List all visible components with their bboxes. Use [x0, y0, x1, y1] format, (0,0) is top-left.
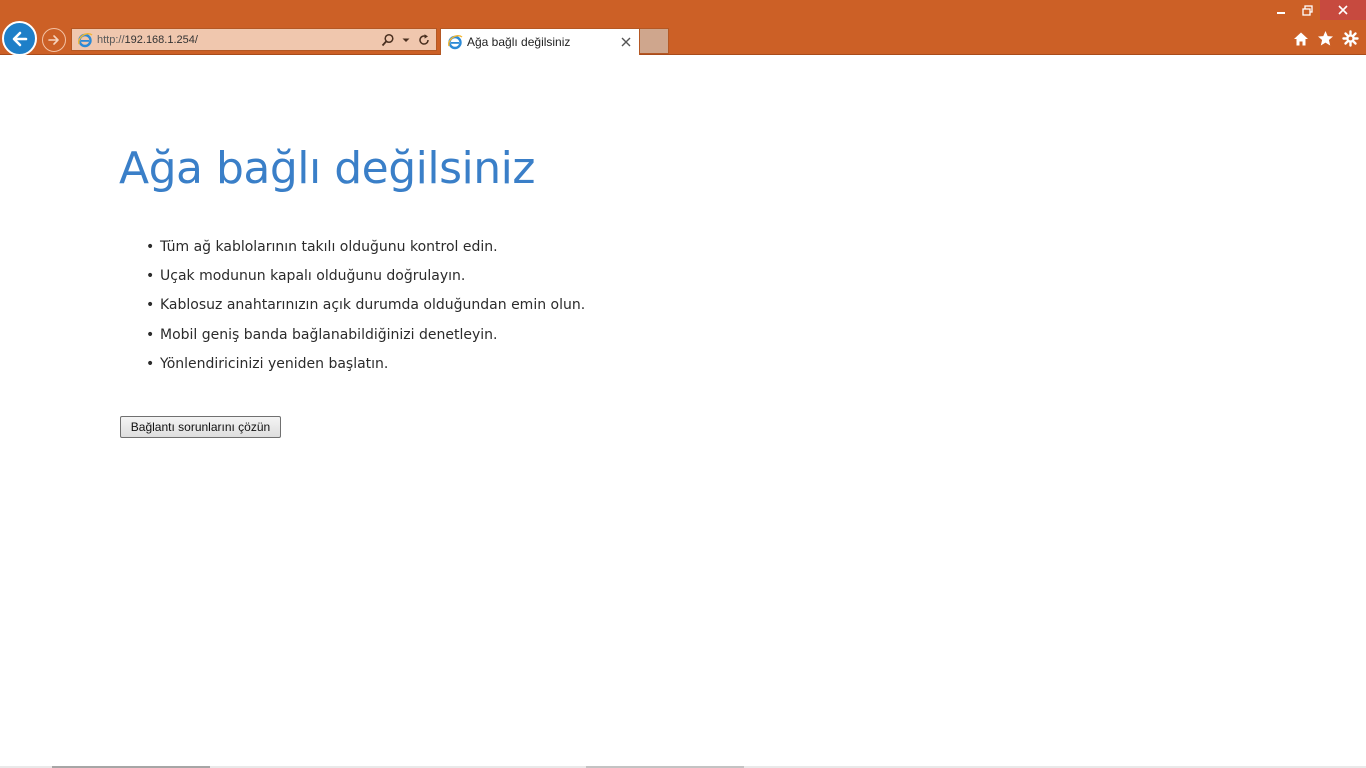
list-item: • Yönlendiricinizi yeniden başlatın.	[146, 355, 389, 372]
fix-connection-button[interactable]: Bağlantı sorunlarını çözün	[120, 416, 281, 438]
ie-logo-icon	[447, 34, 463, 50]
new-tab-button[interactable]	[640, 28, 669, 54]
list-item: • Tüm ağ kablolarının takılı olduğunu kon…	[146, 239, 498, 255]
ie-logo-icon	[77, 32, 93, 48]
tip-text: Yönlendiricinizi yeniden başlatın.	[160, 355, 389, 372]
tip-text: Uçak modunun kapalı olduğunu doğrulayın.	[160, 268, 466, 285]
tip-text: Tüm ağ kablolarının takılı olduğunu kont…	[160, 239, 498, 255]
browser-toolbar	[1291, 29, 1360, 48]
address-bar[interactable]: http://192.168.1.254/	[71, 28, 437, 51]
list-item: • Uçak modunun kapalı olduğunu doğrulayın…	[146, 268, 466, 285]
list-item: • Kablosuz anahtarınızın açık durumda old…	[146, 297, 586, 314]
close-icon[interactable]	[618, 34, 634, 50]
url-scheme: http://	[97, 33, 125, 46]
tip-text: Kablosuz anahtarınızın açık durumda oldu…	[160, 297, 586, 314]
list-item: • Mobil geniş banda bağlanabildiğinizi de…	[146, 326, 498, 343]
browser-frame: http://192.168.1.254/ Ağa bağlı değilsin…	[0, 0, 1366, 56]
minimize-icon[interactable]	[1268, 0, 1294, 20]
back-arrow-icon	[12, 31, 27, 46]
forward-arrow-icon	[48, 35, 59, 45]
refresh-icon[interactable]	[416, 32, 432, 48]
tab-active[interactable]: Ağa bağlı değilsiniz	[440, 28, 640, 55]
star-icon[interactable]	[1316, 29, 1335, 48]
tab-title: Ağa bağlı değilsiniz	[467, 35, 571, 49]
forward-button[interactable]	[42, 28, 66, 52]
search-icon[interactable]	[380, 32, 396, 48]
tip-text: Mobil geniş banda bağlanabildiğinizi den…	[160, 326, 498, 343]
window-controls	[1268, 0, 1366, 20]
home-icon[interactable]	[1291, 29, 1310, 48]
gear-icon[interactable]	[1341, 29, 1360, 48]
restore-icon[interactable]	[1294, 0, 1320, 20]
back-button[interactable]	[2, 21, 37, 56]
close-icon	[1338, 5, 1348, 15]
close-window-button[interactable]	[1320, 0, 1366, 20]
address-url[interactable]: http://192.168.1.254/	[97, 34, 380, 46]
page-title: Ağa bağlı değilsiniz	[119, 143, 535, 194]
chevron-down-icon[interactable]	[398, 32, 414, 48]
page-content: Ağa bağlı değilsiniz • Tüm ağ kablolarını…	[0, 56, 1366, 766]
tips-list: • Tüm ağ kablolarının takılı olduğunu kon…	[146, 234, 585, 380]
url-host: 192.168.1.254/	[124, 33, 198, 46]
